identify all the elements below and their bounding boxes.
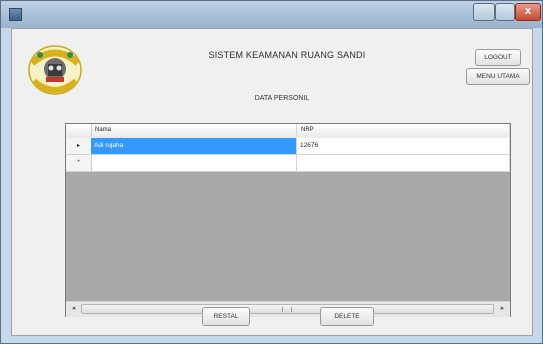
cell-nrp[interactable]	[297, 155, 510, 171]
window-title	[111, 8, 411, 18]
section-title: DATA PERSONIL	[254, 95, 310, 102]
emblem-icon	[28, 45, 82, 95]
delete-button[interactable]: DELETE	[320, 307, 374, 326]
maximize-button[interactable]	[495, 3, 515, 21]
main-panel: SISTEM KEAMANAN RUANG SANDI DATA PERSONI…	[11, 28, 533, 336]
main-menu-button[interactable]: MENU UTAMA	[466, 68, 530, 85]
app-icon	[9, 8, 22, 21]
logout-button[interactable]: LOGOUT	[475, 49, 521, 66]
row-indicator[interactable]: ▸	[66, 138, 92, 154]
grid-header: Nama NRP	[66, 124, 510, 139]
cell-nama[interactable]	[91, 155, 297, 171]
horizontal-scrollbar[interactable]: ◂ ▸	[66, 301, 510, 317]
scroll-thumb[interactable]	[81, 304, 494, 314]
new-row-indicator[interactable]: *	[66, 155, 92, 171]
reset-button[interactable]: RESTAL	[202, 307, 250, 326]
title-bar[interactable]	[1, 1, 542, 28]
column-header-nama[interactable]: Nama	[91, 124, 297, 137]
personnel-grid[interactable]: Nama NRP ▸ Adi rujaha 12676 * ◂ ▸	[65, 123, 511, 317]
scroll-right-icon[interactable]: ▸	[496, 303, 509, 315]
table-row[interactable]: ▸ Adi rujaha 12676	[66, 138, 510, 155]
close-button[interactable]	[515, 3, 541, 21]
app-window: SISTEM KEAMANAN RUANG SANDI DATA PERSONI…	[0, 0, 543, 344]
column-header-nrp[interactable]: NRP	[297, 124, 510, 137]
scroll-grip-icon	[282, 307, 292, 312]
cell-nama[interactable]: Adi rujaha	[91, 138, 297, 154]
cell-nrp[interactable]: 12676	[297, 138, 510, 154]
page-title: SISTEM KEAMANAN RUANG SANDI	[208, 50, 366, 60]
scroll-left-icon[interactable]: ◂	[67, 303, 80, 315]
minimize-button[interactable]	[473, 3, 495, 21]
table-row-new[interactable]: *	[66, 155, 510, 172]
grid-corner	[66, 124, 92, 137]
